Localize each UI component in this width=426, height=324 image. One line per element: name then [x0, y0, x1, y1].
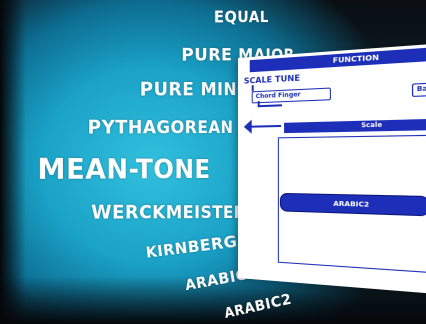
tab-vertical: [257, 101, 260, 108]
tab-underline: [257, 104, 282, 107]
tab-chord-fingering[interactable]: Chord Finger: [251, 87, 331, 104]
tab-bass[interactable]: Bass: [411, 80, 426, 98]
tuning-werckmeister: WERCKMEISTER: [91, 201, 246, 225]
lcd-screen: FUNCTION SCALE TUNE Chord Finger Bass Sc…: [238, 41, 426, 297]
scale-header: Scale: [284, 117, 426, 134]
tuning-pythagorean: PYTHAGOREAN: [87, 116, 234, 140]
scale-tune-title: SCALE TUNE: [243, 73, 301, 86]
arrow-stem: [250, 124, 281, 128]
tuning-mean-tone: MEAN-TONE: [37, 153, 211, 187]
tuning-equal: EQUAL: [213, 7, 269, 27]
